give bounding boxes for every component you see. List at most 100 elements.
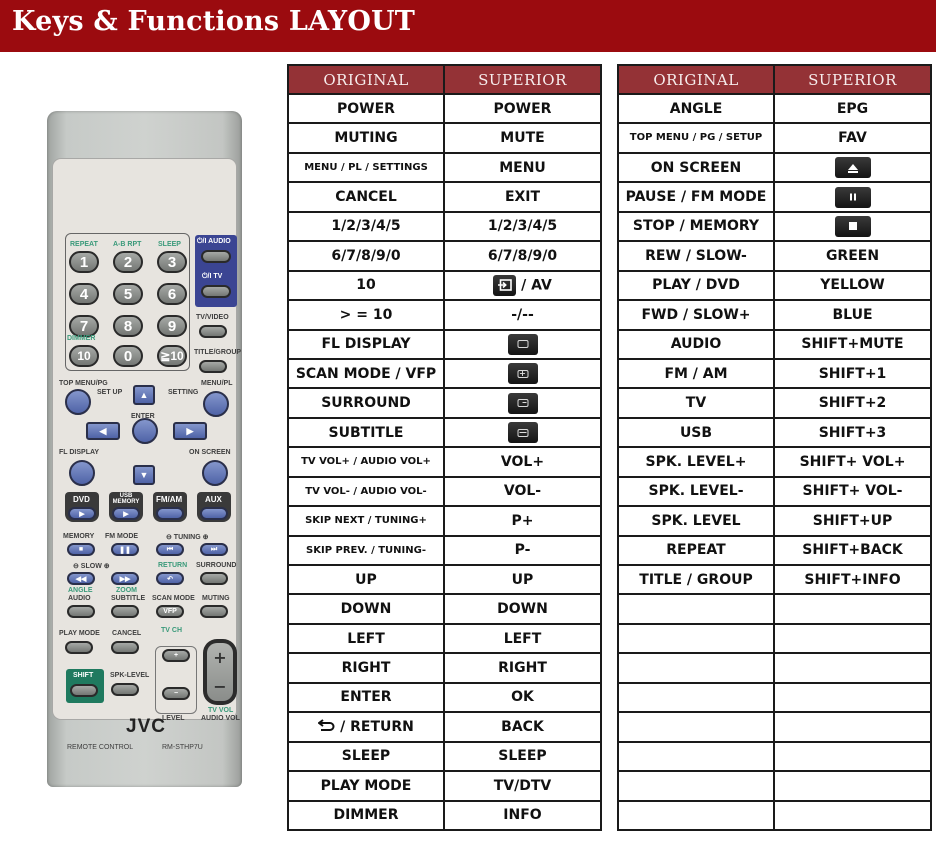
down-button: ▼ — [133, 465, 155, 485]
superior-key-label: P+ — [511, 512, 534, 529]
table-row: SCAN MODE / VFP + — [287, 357, 602, 390]
original-key-cell — [617, 740, 775, 773]
fast-forward-button: ▶▶ — [111, 572, 139, 585]
original-key-cell: LEFT — [287, 622, 445, 655]
superior-key-cell — [443, 328, 602, 360]
superior-key-cell: SHIFT+BACK — [773, 534, 932, 567]
superior-key-cell: BACK — [443, 711, 602, 743]
superior-key-cell — [773, 770, 932, 802]
table-row: REW / SLOW- GREEN — [617, 240, 932, 272]
original-key-cell: ON SCREEN — [617, 151, 775, 184]
table-row: > = 10 -/-- — [287, 299, 602, 331]
menu-pl-button — [203, 391, 229, 417]
table-row: TV VOL- / AUDIO VOL- VOL- — [287, 475, 602, 508]
superior-key-label: SHIFT+ VOL- — [802, 483, 903, 500]
table-row: PAUSE / FM MODE — [617, 181, 932, 213]
tv-power-button — [201, 285, 231, 298]
original-key-cell: REW / SLOW- — [617, 240, 775, 272]
stop-icon — [834, 215, 871, 237]
superior-key-cell: LEFT — [443, 622, 602, 655]
aux-button — [200, 507, 228, 520]
original-key-label: PLAY MODE — [320, 777, 412, 794]
label-zoom: ZOOM — [116, 587, 137, 594]
original-key-cell: DIMMER — [287, 799, 445, 831]
original-key-label: TV — [685, 395, 707, 412]
pause-icon — [834, 186, 871, 208]
original-key-label: CANCEL — [335, 189, 397, 206]
original-key-cell: STOP / MEMORY — [617, 210, 775, 243]
original-key-cell: REPEAT — [617, 534, 775, 567]
superior-key-cell: BLUE — [773, 299, 932, 331]
superior-key-cell — [443, 387, 602, 419]
label-fl-display: FL DISPLAY — [59, 449, 100, 456]
superior-key-cell: P+ — [443, 505, 602, 537]
label-remote-control: REMOTE CONTROL — [67, 744, 134, 751]
remote-faceplate: REPEAT A-B RPT SLEEP ⏻/I AUDIO ⏻/I TV 12… — [53, 159, 241, 751]
label-angle: ANGLE — [68, 587, 93, 594]
original-key-cell: SUBTITLE — [287, 416, 445, 449]
superior-key-cell — [773, 652, 932, 684]
superior-key-cell — [773, 181, 932, 213]
spk-level-button — [111, 683, 139, 696]
power-box: ⏻/I AUDIO ⏻/I TV — [195, 235, 237, 307]
number-key: 9 — [157, 315, 187, 337]
original-key-cell: MENU / PL / SETTINGS — [287, 151, 445, 184]
table-row: TITLE / GROUP SHIFT+INFO — [617, 563, 932, 596]
original-key-cell: RIGHT — [287, 652, 445, 684]
original-key-cell: UP — [287, 563, 445, 596]
original-key-cell: SCAN MODE / VFP — [287, 357, 445, 390]
superior-key-cell — [773, 210, 932, 243]
superior-key-label: MUTE — [500, 130, 545, 147]
label-on-screen: ON SCREEN — [189, 449, 231, 456]
label-setting: SETTING — [168, 389, 199, 396]
label-dimmer: DIMMER — [67, 335, 96, 342]
original-key-label: > = 10 — [339, 306, 393, 323]
table-row — [617, 770, 932, 802]
subtitle-button — [111, 605, 139, 618]
original-key-label: RIGHT — [341, 660, 391, 677]
table-row: ANGLE EPG — [617, 92, 932, 125]
page-title: Keys & Functions LAYOUT — [12, 6, 416, 37]
model-number: RM-STHP7U — [162, 744, 203, 751]
original-key-cell: DOWN — [287, 593, 445, 625]
original-key-cell — [617, 799, 775, 831]
superior-key-label: TV/DTV — [493, 777, 552, 794]
label-tv-vol: TV VOL — [208, 707, 234, 714]
original-key-cell — [617, 681, 775, 714]
table-header-row: ORIGINAL SUPERIOR — [617, 64, 932, 95]
superior-key-cell: FAV — [773, 122, 932, 154]
superior-key-cell — [773, 622, 932, 655]
superior-key-cell: SHIFT+ VOL- — [773, 475, 932, 508]
remote-control-image: REPEAT A-B RPT SLEEP ⏻/I AUDIO ⏻/I TV 12… — [47, 111, 242, 787]
original-key-label: SPK. LEVEL- — [648, 483, 744, 500]
table-row — [617, 681, 932, 714]
original-key-label: ON SCREEN — [650, 159, 742, 176]
original-key-cell: ANGLE — [617, 92, 775, 125]
key-mapping-table-left: ORIGINAL SUPERIOR POWER POWER MUTING MUTE ME… — [287, 64, 602, 831]
superior-key-label: SHIFT+2 — [818, 395, 887, 412]
stop-button: ■ — [67, 543, 95, 556]
superior-key-label: FAV — [838, 130, 867, 147]
table-row: FM / AM SHIFT+1 — [617, 357, 932, 390]
label-play-mode: PLAY MODE — [59, 630, 100, 637]
superior-key-cell: MUTE — [443, 122, 602, 154]
label-fm-am: FM/AM — [156, 495, 183, 504]
superior-key-cell: SHIFT+UP — [773, 505, 932, 537]
original-key-label: SLEEP — [341, 748, 391, 765]
superior-key-cell: VOL+ — [443, 446, 602, 478]
original-key-label: SKIP PREV. / TUNING- — [306, 544, 426, 556]
superior-key-cell — [773, 740, 932, 773]
superior-key-label: SHIFT+1 — [818, 365, 887, 382]
original-key-cell: SKIP PREV. / TUNING- — [287, 534, 445, 567]
label-title-group: TITLE/GROUP — [194, 349, 242, 356]
original-key-label: PLAY / DVD — [652, 277, 740, 294]
jvc-logo: JVC — [126, 716, 166, 737]
superior-key-label: BLUE — [832, 306, 873, 323]
table-row: SURROUND — [287, 387, 602, 419]
superior-key-label: MENU — [499, 159, 546, 176]
superior-key-cell — [773, 151, 932, 184]
header-superior: SUPERIOR — [443, 64, 602, 95]
superior-key-cell: SHIFT+1 — [773, 357, 932, 390]
superior-key-label: SLEEP — [498, 748, 547, 765]
original-key-label: SURROUND — [321, 395, 411, 412]
